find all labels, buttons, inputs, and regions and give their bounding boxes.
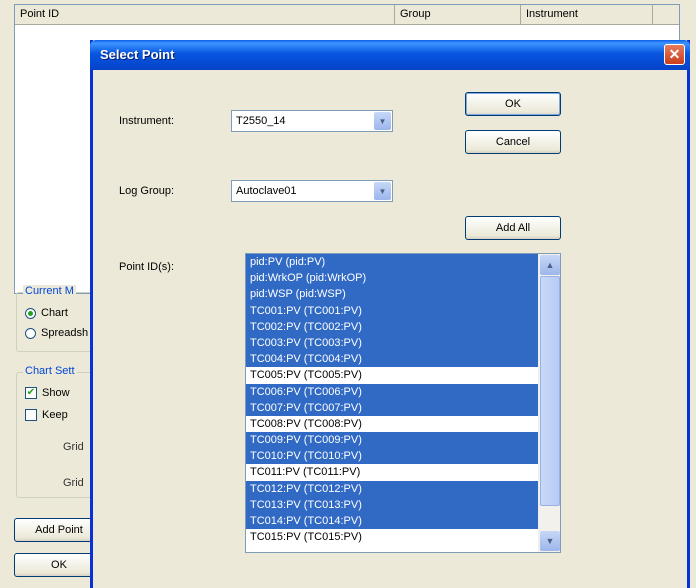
column-header-instrument[interactable]: Instrument [521, 5, 653, 24]
checkbox-keep[interactable]: Keep [25, 409, 68, 421]
list-item[interactable]: TC008:PV (TC008:PV) [246, 416, 538, 432]
list-item[interactable]: TC011:PV (TC011:PV) [246, 464, 538, 480]
point-list-items: pid:PV (pid:PV) pid:WrkOP (pid:WrkOP) pid:… [246, 254, 538, 552]
list-item[interactable]: TC004:PV (TC004:PV) [246, 351, 538, 368]
log-group-label: Log Group: [119, 185, 175, 197]
add-all-button[interactable]: Add All [465, 216, 561, 240]
radio-spreadsheet-label: Spreadsh [41, 327, 89, 339]
cancel-button[interactable]: Cancel [465, 130, 561, 154]
scroll-down-icon[interactable]: ▼ [540, 531, 560, 551]
chevron-down-icon[interactable]: ▼ [374, 182, 391, 200]
checkbox-show-label: Show [42, 387, 70, 399]
radio-chart-label: Chart [41, 307, 68, 319]
scrollbar-thumb[interactable] [540, 276, 560, 506]
instrument-dropdown[interactable]: T2550_14 ▼ [231, 110, 393, 132]
checkbox-checked-icon[interactable]: ✔ [25, 387, 37, 399]
list-item[interactable]: pid:PV (pid:PV) [246, 254, 538, 271]
ok-button[interactable]: OK [465, 92, 561, 116]
select-point-dialog: Select Point ✕ Instrument: T2550_14 ▼ Lo… [90, 40, 690, 588]
radio-unselected-icon[interactable] [25, 327, 36, 339]
chart-settings-legend: Chart Sett [23, 365, 77, 377]
list-item[interactable]: TC010:PV (TC010:PV) [246, 448, 538, 465]
list-item[interactable]: pid:WSP (pid:WSP) [246, 286, 538, 303]
point-ids-listbox[interactable]: pid:PV (pid:PV) pid:WrkOP (pid:WrkOP) pid:… [245, 253, 561, 553]
log-group-value: Autoclave01 [236, 185, 297, 197]
chevron-down-icon[interactable]: ▼ [374, 112, 391, 130]
checkbox-unchecked-icon[interactable] [25, 409, 37, 421]
checkbox-keep-label: Keep [42, 409, 68, 421]
grid-label-1: Grid [63, 441, 84, 453]
list-item[interactable]: TC002:PV (TC002:PV) [246, 318, 538, 335]
listbox-scrollbar[interactable]: ▲ ▼ [538, 254, 560, 552]
log-group-dropdown[interactable]: Autoclave01 ▼ [231, 180, 393, 202]
column-header-point-id[interactable]: Point ID [15, 5, 395, 24]
list-item[interactable]: TC014:PV (TC014:PV) [246, 513, 538, 530]
list-item[interactable]: TC001:PV (TC001:PV) [246, 302, 538, 319]
instrument-value: T2550_14 [236, 115, 286, 127]
list-item[interactable]: TC012:PV (TC012:PV) [246, 480, 538, 497]
list-item[interactable]: TC015:PV (TC015:PV) [246, 529, 538, 545]
list-item[interactable]: TC003:PV (TC003:PV) [246, 334, 538, 352]
list-item[interactable]: TC009:PV (TC009:PV) [246, 432, 538, 449]
list-item[interactable]: TC007:PV (TC007:PV) [246, 399, 538, 416]
list-item[interactable]: TC006:PV (TC006:PV) [246, 383, 538, 400]
point-ids-label: Point ID(s): [119, 261, 175, 273]
grid-label-2: Grid [63, 477, 84, 489]
list-item[interactable]: pid:WrkOP (pid:WrkOP) [246, 270, 538, 287]
list-header: Point ID Group Instrument [15, 5, 679, 25]
dialog-title: Select Point [100, 47, 175, 62]
list-item[interactable]: TC005:PV (TC005:PV) [246, 367, 538, 383]
instrument-label: Instrument: [119, 115, 175, 127]
radio-selected-icon[interactable] [25, 307, 36, 319]
radio-spreadsheet[interactable]: Spreadsh [25, 327, 88, 339]
scroll-up-icon[interactable]: ▲ [540, 255, 560, 275]
column-header-group[interactable]: Group [395, 5, 521, 24]
close-icon[interactable]: ✕ [664, 44, 685, 65]
current-mode-legend: Current M [23, 285, 76, 297]
radio-chart[interactable]: Chart [25, 307, 68, 319]
dialog-titlebar[interactable]: Select Point ✕ [90, 40, 690, 70]
list-item[interactable]: TC013:PV (TC013:PV) [246, 496, 538, 513]
checkbox-show[interactable]: ✔ Show [25, 387, 70, 399]
